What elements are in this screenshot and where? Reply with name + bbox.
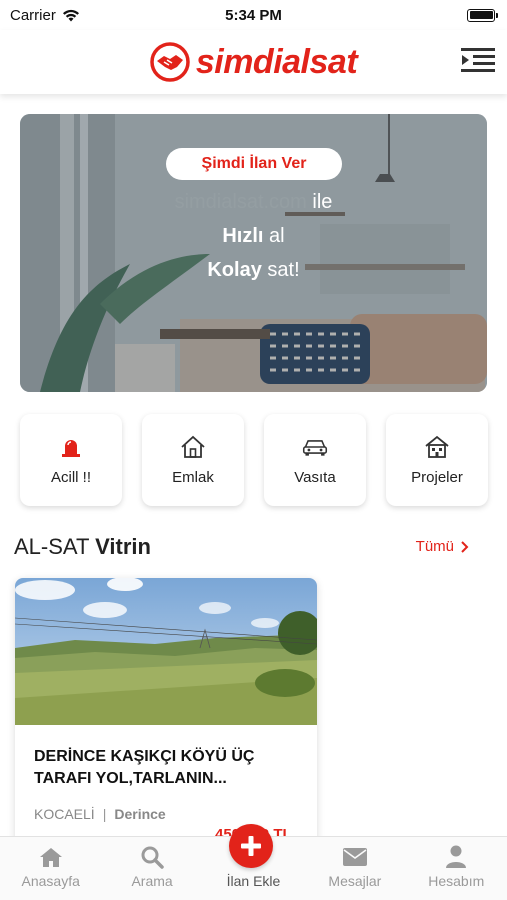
category-projects[interactable]: Projeler: [386, 414, 488, 506]
category-urgent[interactable]: Acill !!: [20, 414, 122, 506]
location-separator: |: [102, 806, 107, 822]
tab-search[interactable]: Arama: [102, 845, 202, 889]
section-title-bold: Vitrin: [95, 534, 151, 559]
carrier-label: Carrier: [10, 6, 56, 24]
tab-messages[interactable]: Mesajlar: [305, 845, 405, 889]
car-icon: [302, 435, 328, 459]
tab-label: İlan Ekle: [226, 873, 281, 889]
hero-line-3: Kolay sat!: [20, 259, 487, 282]
listing-city: KOCAELİ: [34, 806, 95, 822]
tab-label: Mesajlar: [328, 873, 382, 889]
status-bar: Carrier 5:34 PM: [0, 0, 507, 30]
see-all-label: Tümü: [415, 538, 454, 555]
battery-icon: [467, 8, 498, 22]
hero-line-1: simdialsat.com ile: [20, 191, 487, 214]
building-icon: [424, 435, 450, 459]
hero-line-1-suffix: ile: [312, 191, 333, 213]
category-list: Acill !! Emlak Vasıta Projeler: [20, 414, 488, 506]
category-vehicles[interactable]: Vasıta: [264, 414, 366, 506]
hero-line-2-bold: Hızlı: [222, 225, 264, 247]
tab-label: Hesabım: [428, 873, 485, 889]
post-ad-button[interactable]: Şimdi İlan Ver: [166, 148, 342, 180]
chevron-right-icon: [461, 540, 469, 553]
section-title-regular: AL-SAT: [14, 534, 89, 559]
house-icon: [180, 435, 206, 459]
category-label: Projeler: [411, 468, 463, 486]
section-title: AL-SAT Vitrin: [14, 534, 151, 560]
battery-fill: [469, 11, 493, 19]
listing-location: KOCAELİ | Derince: [34, 806, 166, 822]
plus-icon: [241, 836, 261, 856]
hero-line-3-rest: sat!: [267, 259, 300, 281]
person-icon: [443, 845, 469, 869]
tab-label: Anasayfa: [21, 873, 80, 889]
tab-home[interactable]: Anasayfa: [1, 845, 101, 889]
menu-lines-icon[interactable]: [461, 46, 495, 76]
tab-account[interactable]: Hesabım: [406, 845, 506, 889]
listing-card[interactable]: DERİNCE KAŞIKÇI KÖYÜ ÜÇ TARAFI YOL,TARLA…: [15, 578, 317, 848]
envelope-icon: [342, 845, 368, 869]
category-real-estate[interactable]: Emlak: [142, 414, 244, 506]
app-logo[interactable]: simdialsat: [150, 42, 358, 82]
category-label: Emlak: [172, 468, 214, 486]
status-left: Carrier: [10, 7, 80, 24]
handshake-logo-icon: [150, 42, 190, 82]
search-icon: [139, 845, 165, 869]
hero-line-2: Hızlı al: [20, 225, 487, 248]
add-listing-button[interactable]: [229, 824, 273, 868]
category-label: Acill !!: [50, 468, 91, 486]
listing-title: DERİNCE KAŞIKÇI KÖYÜ ÜÇ TARAFI YOL,TARLA…: [34, 748, 255, 787]
tab-label: Arama: [131, 873, 173, 889]
app-header: simdialsat: [0, 30, 507, 94]
hero-brand-text: simdialsat.com: [174, 191, 307, 213]
hero-line-3-bold: Kolay: [207, 259, 262, 281]
hero-line-2-rest: al: [269, 225, 285, 247]
listing-photo: [15, 578, 317, 725]
see-all-link[interactable]: Tümü: [416, 538, 469, 555]
listing-district: Derince: [114, 806, 166, 822]
wifi-icon: [62, 9, 79, 21]
home-icon: [38, 845, 64, 869]
hero-banner: Şimdi İlan Ver simdialsat.com ile Hızlı …: [20, 114, 487, 392]
category-label: Vasıta: [294, 468, 336, 486]
siren-icon: [58, 435, 84, 459]
logo-text: simdialsat: [195, 42, 358, 81]
